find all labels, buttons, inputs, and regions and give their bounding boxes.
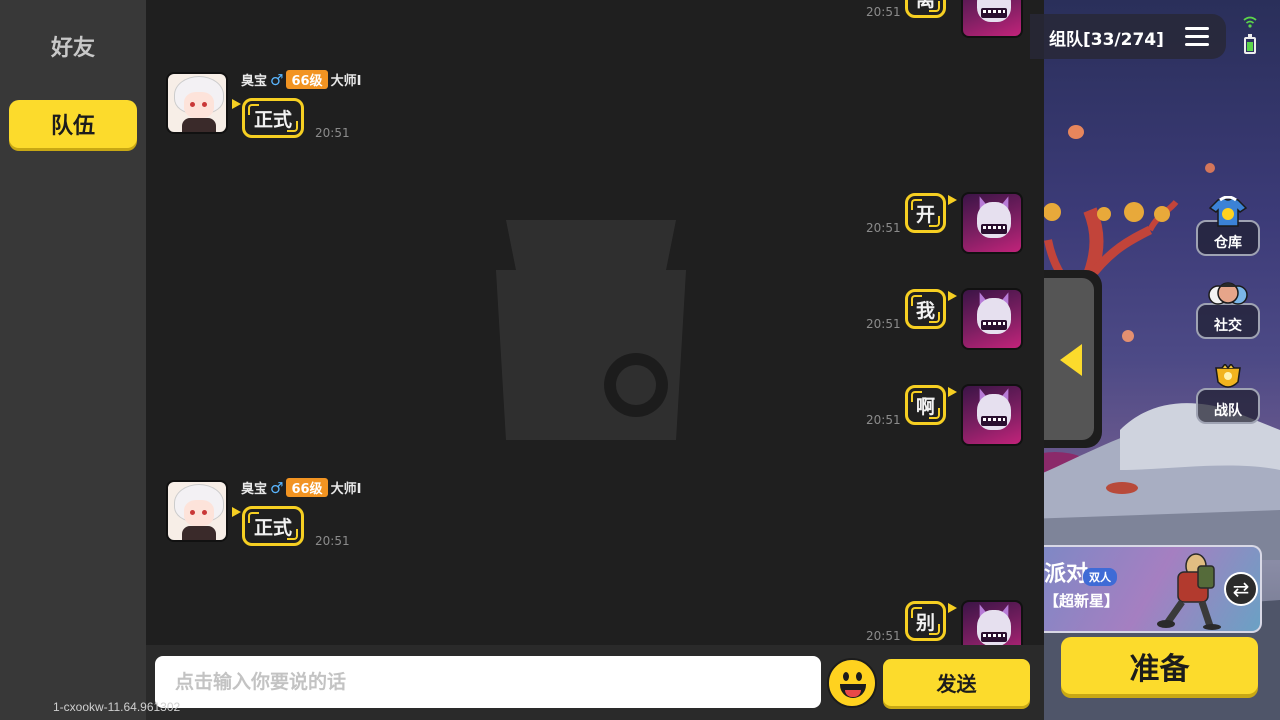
character-illustration	[1157, 553, 1221, 630]
emoji-button[interactable]	[827, 658, 877, 708]
tab-friends[interactable]: 好友	[10, 24, 136, 68]
message-bubble: 正式	[242, 506, 304, 546]
message-bubble: 我	[905, 289, 947, 329]
friends-icon	[1208, 282, 1248, 305]
bubble-tail	[948, 195, 957, 205]
rank-label: 大师I	[330, 74, 362, 89]
bubble-tail	[232, 99, 241, 109]
level-badge: 66级	[286, 70, 328, 89]
wifi-icon	[1243, 16, 1257, 28]
message-bubble: 开	[905, 193, 947, 233]
message-time: 20:51	[866, 5, 901, 19]
app-root: 好友 队伍 20:51 离 臭宝 ♂ 66级 大师I 正式 20:51 20:5…	[0, 0, 1280, 720]
ready-button[interactable]: 准备	[1061, 637, 1258, 694]
self-avatar[interactable]	[961, 192, 1023, 254]
user-avatar[interactable]	[166, 72, 228, 134]
self-avatar[interactable]	[961, 384, 1023, 446]
message-time: 20:51	[866, 317, 901, 331]
trophy-icon	[1215, 364, 1241, 388]
social-label: 社交	[1214, 318, 1242, 334]
bubble-tail	[948, 603, 957, 613]
rank-label: 大师I	[330, 482, 362, 497]
watermark-logo-icon	[496, 220, 686, 440]
bubble-tail	[948, 387, 957, 397]
message-time: 20:51	[866, 629, 901, 643]
message-time: 20:51	[315, 126, 350, 140]
message-time: 20:51	[315, 534, 350, 548]
user-info: 臭宝 ♂ 66级 大师I	[241, 70, 361, 89]
shirt-icon	[1208, 196, 1248, 227]
mode-title: 派对	[1044, 562, 1089, 587]
user-name: 臭宝	[241, 74, 268, 89]
bubble-tail	[948, 291, 957, 301]
message-bubble: 啊	[905, 385, 947, 425]
team-title: 组队[33/274]	[1049, 30, 1164, 50]
self-avatar[interactable]	[961, 0, 1023, 38]
message-bubble: 别	[905, 601, 947, 641]
send-button[interactable]: 发送	[883, 659, 1030, 706]
squad-label: 战队	[1214, 403, 1242, 419]
level-badge: 66级	[286, 478, 328, 497]
user-info: 臭宝 ♂ 66级 大师I	[241, 478, 361, 497]
squad-button[interactable]: 战队	[1196, 364, 1260, 424]
collapse-arrow-icon[interactable]	[1060, 344, 1082, 376]
menu-icon[interactable]	[1185, 27, 1209, 47]
mode-tag: 双人	[1083, 568, 1117, 586]
version-text: 1-cxookw-11.64.961302	[53, 700, 181, 714]
self-avatar[interactable]	[961, 288, 1023, 350]
message-time: 20:51	[866, 221, 901, 235]
battery-icon	[1244, 34, 1256, 54]
swap-icon[interactable]: ⇄	[1224, 572, 1258, 606]
male-icon: ♂	[270, 70, 284, 89]
message-bubble: 正式	[242, 98, 304, 138]
warehouse-button[interactable]: 仓库	[1196, 196, 1260, 256]
chat-input[interactable]	[155, 656, 821, 708]
left-nav: 好友 队伍	[0, 0, 146, 720]
message-time: 20:51	[866, 413, 901, 427]
message-bubble: 离	[905, 0, 947, 18]
mode-subtitle: 【超新星】	[1044, 592, 1120, 610]
bubble-tail	[232, 507, 241, 517]
chat-panel[interactable]: 20:51 离 臭宝 ♂ 66级 大师I 正式 20:51 20:51 开 20…	[146, 0, 1044, 720]
male-icon: ♂	[270, 478, 284, 497]
warehouse-label: 仓库	[1214, 235, 1242, 251]
user-avatar[interactable]	[166, 480, 228, 542]
social-button[interactable]: 社交	[1196, 279, 1260, 339]
user-name: 臭宝	[241, 482, 268, 497]
tab-team[interactable]: 队伍	[9, 100, 137, 148]
